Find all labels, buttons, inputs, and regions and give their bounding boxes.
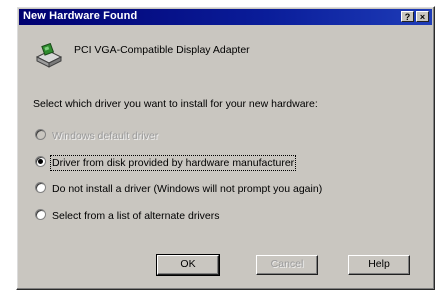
window-title: New Hardware Found bbox=[23, 10, 138, 22]
radio-button[interactable] bbox=[35, 182, 46, 193]
hardware-icon bbox=[35, 43, 63, 68]
title-bar[interactable]: New Hardware Found ? × bbox=[19, 9, 432, 25]
option-windows-default[interactable]: Windows default driver bbox=[35, 129, 158, 142]
cancel-button[interactable]: Cancel bbox=[256, 255, 318, 275]
driver-prompt: Select which driver you want to install … bbox=[33, 98, 318, 110]
option-label: Do not install a driver (Windows will no… bbox=[52, 183, 323, 195]
option-driver-from-disk[interactable]: Driver from disk provided by hardware ma… bbox=[35, 155, 297, 171]
radio-button[interactable] bbox=[35, 129, 46, 140]
option-label: Windows default driver bbox=[52, 130, 159, 142]
new-hardware-dialog: New Hardware Found ? × PCI VGA-Compatibl… bbox=[16, 6, 435, 290]
option-do-not-install[interactable]: Do not install a driver (Windows will no… bbox=[35, 182, 322, 195]
option-label: Driver from disk provided by hardware ma… bbox=[49, 155, 297, 171]
close-button[interactable]: × bbox=[416, 11, 429, 22]
radio-button[interactable] bbox=[35, 156, 46, 167]
device-name: PCI VGA-Compatible Display Adapter bbox=[74, 44, 250, 56]
help-button[interactable]: Help bbox=[348, 255, 410, 275]
option-select-from-list[interactable]: Select from a list of alternate drivers bbox=[35, 209, 219, 222]
help-title-button[interactable]: ? bbox=[401, 11, 414, 22]
ok-button[interactable]: OK bbox=[156, 254, 220, 276]
option-label: Select from a list of alternate drivers bbox=[52, 210, 220, 222]
radio-button[interactable] bbox=[35, 209, 46, 220]
